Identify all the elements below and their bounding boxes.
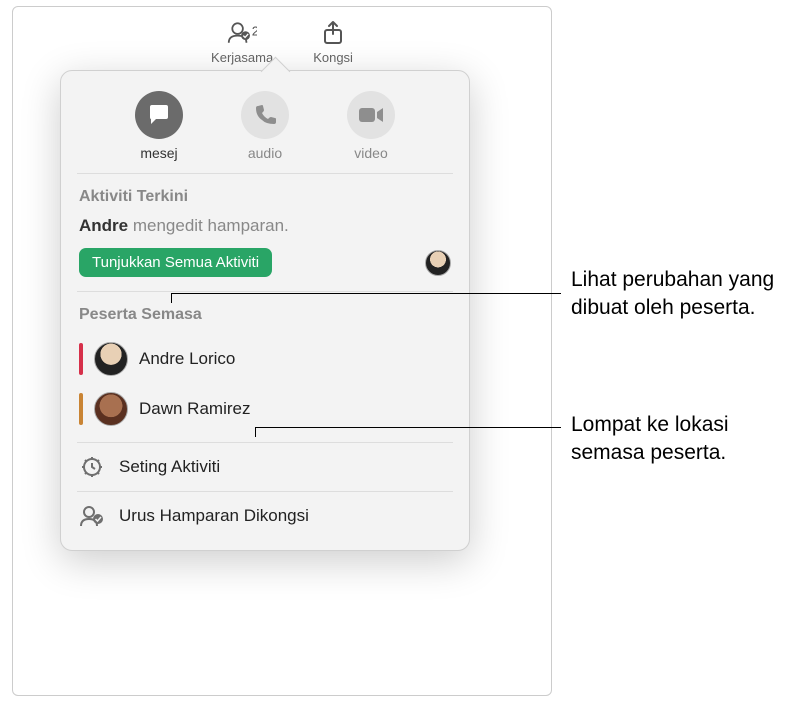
participant-color-bar <box>79 393 83 425</box>
participant-name: Dawn Ramirez <box>139 399 250 419</box>
activity-settings-label: Seting Aktiviti <box>119 457 220 477</box>
gear-clock-icon <box>79 454 105 480</box>
activity-row: Tunjukkan Semua Aktiviti <box>61 248 469 291</box>
collaboration-popover: mesej audio video Aktiviti Terkini Andre… <box>60 70 470 551</box>
share-toolbar-item[interactable]: Kongsi <box>313 18 353 65</box>
participant-name: Andre Lorico <box>139 349 235 369</box>
callout-line <box>171 293 561 294</box>
message-label: mesej <box>140 145 177 161</box>
audio-button[interactable]: audio <box>241 91 289 161</box>
activity-avatar <box>425 250 451 276</box>
participant-item[interactable]: Andre Lorico <box>61 334 469 384</box>
video-label: video <box>354 145 387 161</box>
svg-text:2: 2 <box>252 24 257 39</box>
manage-shared-label: Urus Hamparan Dikongsi <box>119 506 309 526</box>
communication-row: mesej audio video <box>61 85 469 173</box>
message-icon <box>135 91 183 139</box>
message-button[interactable]: mesej <box>135 91 183 161</box>
callout-line <box>255 427 256 437</box>
audio-label: audio <box>248 145 282 161</box>
show-all-activity-button[interactable]: Tunjukkan Semua Aktiviti <box>79 248 272 277</box>
participant-avatar <box>94 392 128 426</box>
recent-activity-header: Aktiviti Terkini <box>61 174 469 216</box>
video-button[interactable]: video <box>347 91 395 161</box>
callout-line <box>255 427 561 428</box>
participants-header: Peserta Semasa <box>61 292 469 334</box>
participant-color-bar <box>79 343 83 375</box>
participant-avatar <box>94 342 128 376</box>
callout-text: Lihat perubahan yang dibuat oleh peserta… <box>571 266 796 323</box>
activity-actor: Andre <box>79 216 128 235</box>
activity-settings-item[interactable]: Seting Aktiviti <box>61 443 469 491</box>
collaborate-toolbar-item[interactable]: 2 Kerjasama <box>211 18 273 65</box>
activity-action: mengedit hamparan. <box>128 216 289 235</box>
phone-icon <box>241 91 289 139</box>
callout-line <box>171 293 172 303</box>
people-check-icon <box>79 503 105 529</box>
callout-text: Lompat ke lokasi semasa peserta. <box>571 411 796 468</box>
share-label: Kongsi <box>313 50 353 65</box>
collaborate-label: Kerjasama <box>211 50 273 65</box>
manage-shared-item[interactable]: Urus Hamparan Dikongsi <box>61 492 469 540</box>
share-icon <box>318 18 348 48</box>
activity-description: Andre mengedit hamparan. <box>61 216 469 248</box>
collaborate-icon: 2 <box>227 18 257 48</box>
video-icon <box>347 91 395 139</box>
